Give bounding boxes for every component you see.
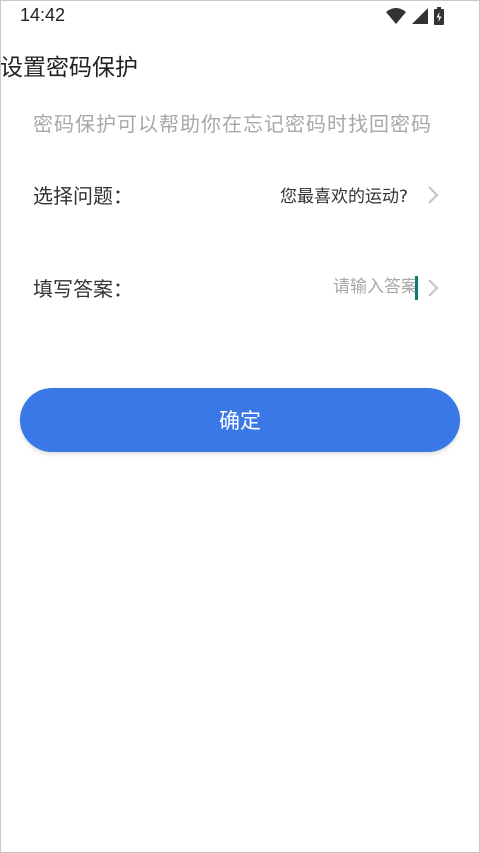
- answer-input[interactable]: [298, 271, 418, 303]
- signal-icon: [412, 8, 428, 28]
- select-question-row[interactable]: 选择问题： 您最喜欢的运动?: [0, 170, 480, 220]
- chevron-right-icon: [426, 184, 440, 206]
- answer-label: 填写答案：: [33, 277, 133, 301]
- question-value: 您最喜欢的运动?: [279, 187, 408, 207]
- status-bar: 14:42: [0, 0, 480, 32]
- confirm-button[interactable]: 确定: [20, 388, 460, 452]
- status-time: 14:42: [20, 5, 66, 25]
- chevron-right-icon: [426, 277, 440, 299]
- page-title: 设置密码保护: [0, 55, 138, 81]
- wifi-icon: [386, 8, 406, 28]
- text-caret: [415, 276, 418, 300]
- question-label: 选择问题：: [33, 184, 133, 208]
- hint-text: 密码保护可以帮助你在忘记密码时找回密码: [33, 112, 432, 136]
- battery-icon: [434, 7, 444, 29]
- answer-row: 填写答案：: [0, 263, 480, 313]
- screen: 14:42 设置密码保护 密码保护可以帮助你在忘记密码时找回密码 选择问题： 您…: [0, 0, 480, 853]
- status-icons: [386, 7, 444, 29]
